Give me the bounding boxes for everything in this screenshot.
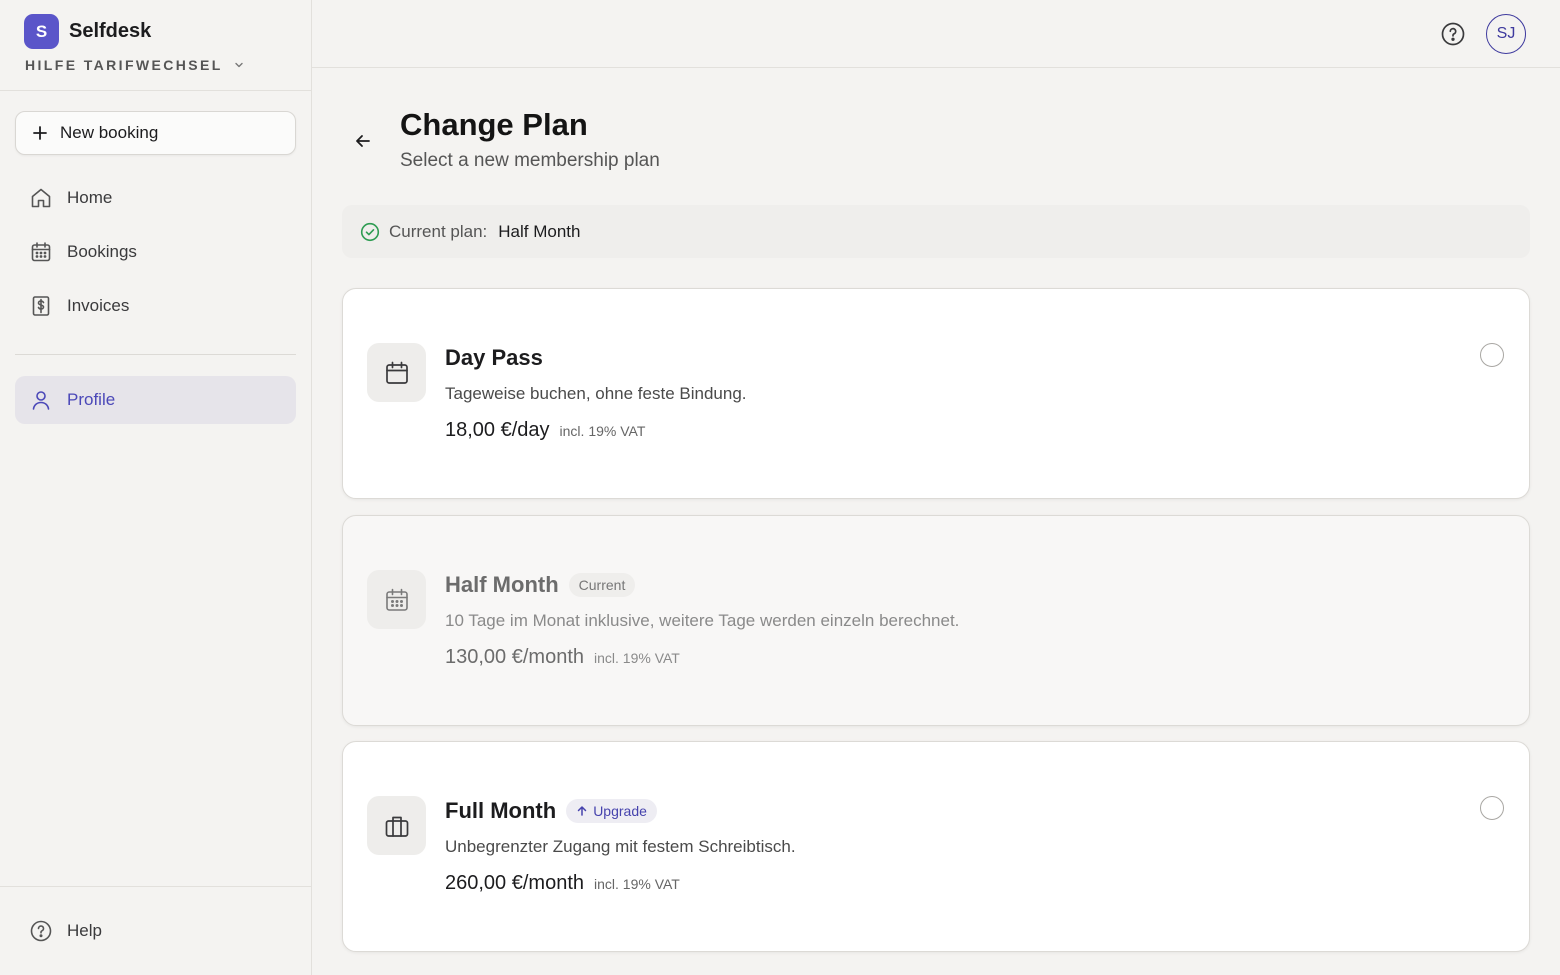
current-plan-label: Current plan: xyxy=(389,221,488,241)
current-badge: Current xyxy=(568,573,636,597)
plan-head: Day Pass xyxy=(445,345,543,371)
plan-head: Full Month Upgrade xyxy=(445,798,657,824)
topbar: SJ xyxy=(312,0,1560,68)
plan-icon xyxy=(367,343,426,402)
sidebar: S Selfdesk HILFE TARIFWECHSEL New bookin… xyxy=(0,0,312,975)
plan-radio[interactable] xyxy=(1480,343,1504,367)
plan-card-half-month: Half Month Current 10 Tage im Monat inkl… xyxy=(342,515,1530,726)
sidebar-item-label: Help xyxy=(67,921,102,940)
plan-icon xyxy=(367,796,426,855)
sidebar-item-label: Bookings xyxy=(67,242,137,261)
plan-price: 130,00 €/month xyxy=(445,646,584,668)
user-icon xyxy=(32,391,50,410)
new-booking-label: New booking xyxy=(60,123,159,142)
plan-price: 260,00 €/month xyxy=(445,872,584,894)
check-circle-icon xyxy=(360,222,380,241)
plan-card-day-pass[interactable]: Day Pass Tageweise buchen, ohne feste Bi… xyxy=(342,288,1530,499)
chevron-down-icon xyxy=(235,62,243,68)
upgrade-badge-label: Upgrade xyxy=(593,803,647,819)
arrow-up-icon xyxy=(577,806,587,816)
plan-name: Day Pass xyxy=(445,345,543,370)
brand[interactable]: S Selfdesk xyxy=(24,14,151,49)
current-plan-value: Half Month xyxy=(498,221,581,241)
calendar-icon xyxy=(385,361,408,384)
plan-vat: incl. 19% VAT xyxy=(594,650,680,666)
upgrade-badge: Upgrade xyxy=(566,799,657,823)
calendar-icon xyxy=(31,242,51,262)
page-title: Change Plan xyxy=(400,107,588,142)
briefcase-icon xyxy=(385,816,408,837)
home-icon xyxy=(31,188,51,208)
plan-description: Unbegrenzter Zugang mit festem Schreibti… xyxy=(445,837,796,856)
sidebar-item-bookings[interactable]: Bookings xyxy=(15,228,296,276)
divider xyxy=(0,886,311,887)
plan-icon xyxy=(367,570,426,629)
arrow-left-icon[interactable] xyxy=(350,128,376,154)
plan-vat: incl. 19% VAT xyxy=(559,423,646,439)
avatar[interactable]: SJ xyxy=(1486,14,1526,54)
plan-card-full-month[interactable]: Full Month Upgrade Unbegrenzter Zugang m… xyxy=(342,741,1530,952)
sidebar-item-invoices[interactable]: Invoices xyxy=(15,282,296,330)
workspace-switcher[interactable]: HILFE TARIFWECHSEL xyxy=(25,57,245,73)
divider xyxy=(0,90,311,91)
plan-price: 18,00 €/day xyxy=(445,419,550,441)
brand-logo: S xyxy=(24,14,59,49)
plan-radio[interactable] xyxy=(1480,796,1504,820)
plus-icon xyxy=(33,126,47,140)
plan-price-row: 18,00 €/day incl. 19% VAT xyxy=(445,419,645,442)
plan-name: Half Month xyxy=(445,572,559,597)
current-plan-banner: Current plan: Half Month xyxy=(342,205,1530,258)
sidebar-item-profile[interactable]: Profile xyxy=(15,376,296,424)
plan-vat: incl. 19% VAT xyxy=(594,876,680,892)
invoice-icon xyxy=(32,296,50,316)
workspace-name: HILFE TARIFWECHSEL xyxy=(25,57,223,73)
sidebar-item-label: Profile xyxy=(67,390,116,409)
divider xyxy=(15,354,296,355)
plan-price-row: 260,00 €/month incl. 19% VAT xyxy=(445,872,680,895)
help-icon xyxy=(30,920,52,942)
plan-name: Full Month xyxy=(445,798,557,823)
sidebar-item-home[interactable]: Home xyxy=(15,174,296,222)
plan-head: Half Month Current xyxy=(445,572,636,598)
new-booking-button[interactable]: New booking xyxy=(15,111,296,155)
plan-price-row: 130,00 €/month incl. 19% VAT xyxy=(445,646,680,669)
plan-description: 10 Tage im Monat inklusive, weitere Tage… xyxy=(445,611,960,630)
sidebar-item-label: Invoices xyxy=(67,296,130,315)
plan-description: Tageweise buchen, ohne feste Bindung. xyxy=(445,384,747,403)
calendar-grid-icon xyxy=(385,588,408,611)
sidebar-item-help[interactable]: Help xyxy=(15,907,296,955)
help-icon[interactable] xyxy=(1440,21,1466,47)
sidebar-item-label: Home xyxy=(67,188,113,207)
page-subtitle: Select a new membership plan xyxy=(400,150,660,171)
brand-name: Selfdesk xyxy=(69,20,152,42)
